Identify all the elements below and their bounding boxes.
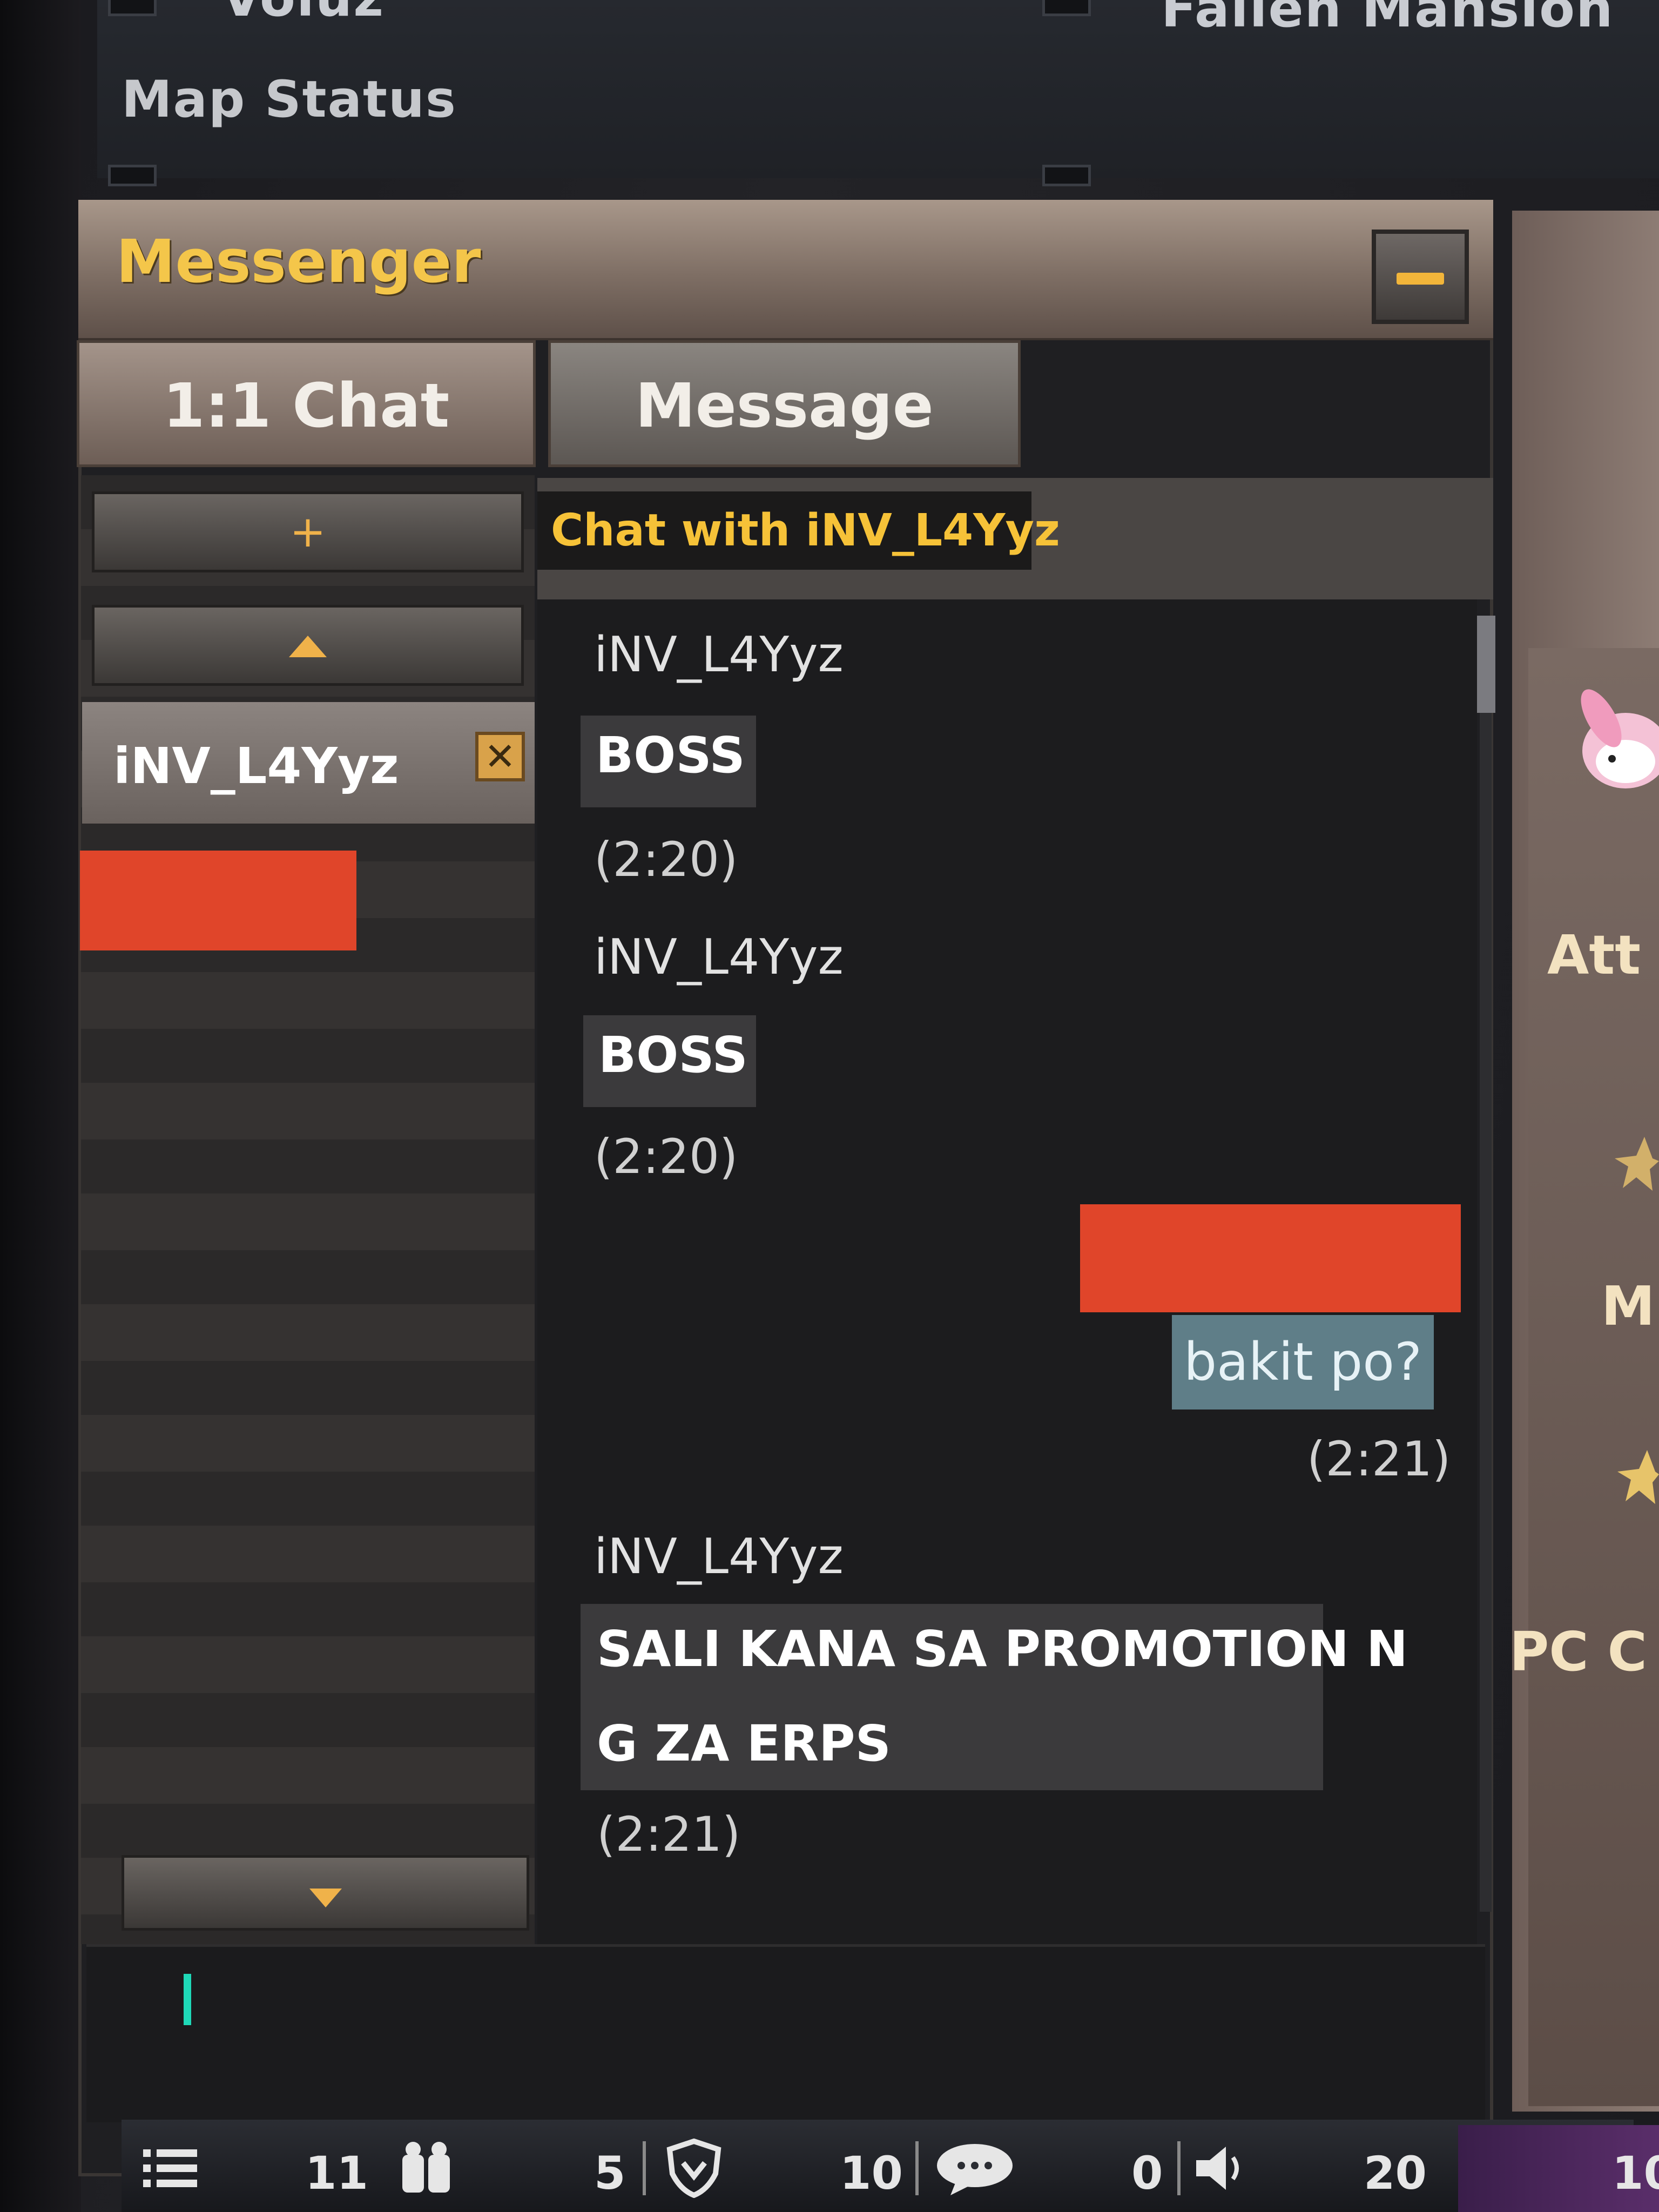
message-sender: iNV_L4Yyz (594, 929, 844, 986)
checkbox-voluz[interactable] (108, 0, 157, 16)
menu-list-icon[interactable] (140, 2139, 200, 2198)
close-chat-icon[interactable]: ✕ (475, 732, 525, 781)
right-panel-label-3: PC C (1509, 1620, 1647, 1683)
chat-bubble-icon[interactable] (934, 2139, 1015, 2198)
star-icon (1612, 1134, 1659, 1193)
minimize-icon (1397, 273, 1444, 285)
add-friend-button[interactable]: + (92, 491, 524, 572)
monitor-bezel (0, 0, 81, 2212)
scroll-down-button[interactable] (122, 1855, 529, 1931)
chat-title: Chat with iNV_L4Yyz (537, 491, 1060, 570)
message-timestamp: (2:21) (1307, 1431, 1451, 1487)
friend-name: iNV_L4Yyz (113, 737, 399, 795)
map-item-fallen-mansion[interactable]: Fallen Mansion (1161, 0, 1614, 39)
map-status-label: Map Status (122, 70, 457, 129)
right-panel-label-1: Att (1547, 923, 1641, 987)
chevron-up-icon (289, 636, 327, 657)
status-count-guild: 5 (594, 2147, 626, 2200)
message-sender: iNV_L4Yyz (594, 626, 844, 683)
chat-scroll-thumb[interactable] (1477, 616, 1495, 713)
status-count-sound: 0 (1131, 2147, 1163, 2200)
friends-icon[interactable] (397, 2139, 456, 2198)
chat-scrollbar[interactable] (1480, 616, 1492, 1912)
tab-message[interactable]: Message (548, 340, 1021, 467)
divider (915, 2141, 919, 2195)
message-bubble: BOSS (583, 1015, 756, 1107)
chevron-down-icon (309, 1889, 342, 1907)
friend-list (81, 475, 535, 1944)
divider (643, 2141, 646, 2195)
message-text-line: SALI KANA SA PROMOTION N (597, 1620, 1408, 1678)
my-message-bubble: bakit po? (1172, 1315, 1434, 1410)
status-count-volume: 20 (1364, 2147, 1427, 2200)
scroll-up-button[interactable] (92, 605, 524, 686)
checkbox-row-partial-2[interactable] (1042, 165, 1091, 186)
status-count-friends: 11 (305, 2147, 368, 2200)
checkbox-row-partial[interactable] (108, 165, 157, 186)
status-count-chat: 10 (840, 2147, 903, 2200)
right-panel-inner (1528, 648, 1659, 2106)
bunny-mascot-icon (1581, 689, 1659, 788)
divider (1177, 2141, 1181, 2195)
map-item-voluz[interactable]: Voluz (221, 0, 385, 28)
message-sender: iNV_L4Yyz (594, 1528, 844, 1585)
tab-1-1-chat[interactable]: 1:1 Chat (77, 340, 536, 467)
message-timestamp: (2:20) (594, 832, 738, 887)
right-panel-label-2: M (1601, 1274, 1655, 1338)
text-caret (184, 1974, 191, 2025)
message-bubble: BOSS (581, 716, 756, 807)
shield-icon[interactable] (664, 2139, 724, 2198)
chat-input[interactable] (86, 1944, 1485, 2122)
redacted-block (1080, 1204, 1461, 1312)
checkbox-fallen-mansion[interactable] (1042, 0, 1091, 16)
status-count-right: 10 (1612, 2147, 1659, 2200)
redacted-block (80, 851, 356, 950)
message-timestamp: (2:20) (594, 1129, 738, 1184)
star-icon-2 (1615, 1447, 1659, 1507)
window-title: Messenger (116, 227, 481, 296)
message-timestamp: (2:21) (597, 1806, 741, 1862)
speaker-icon[interactable] (1191, 2139, 1250, 2198)
minimize-button[interactable] (1372, 230, 1469, 324)
message-text-line: G ZA ERPS (597, 1715, 891, 1772)
